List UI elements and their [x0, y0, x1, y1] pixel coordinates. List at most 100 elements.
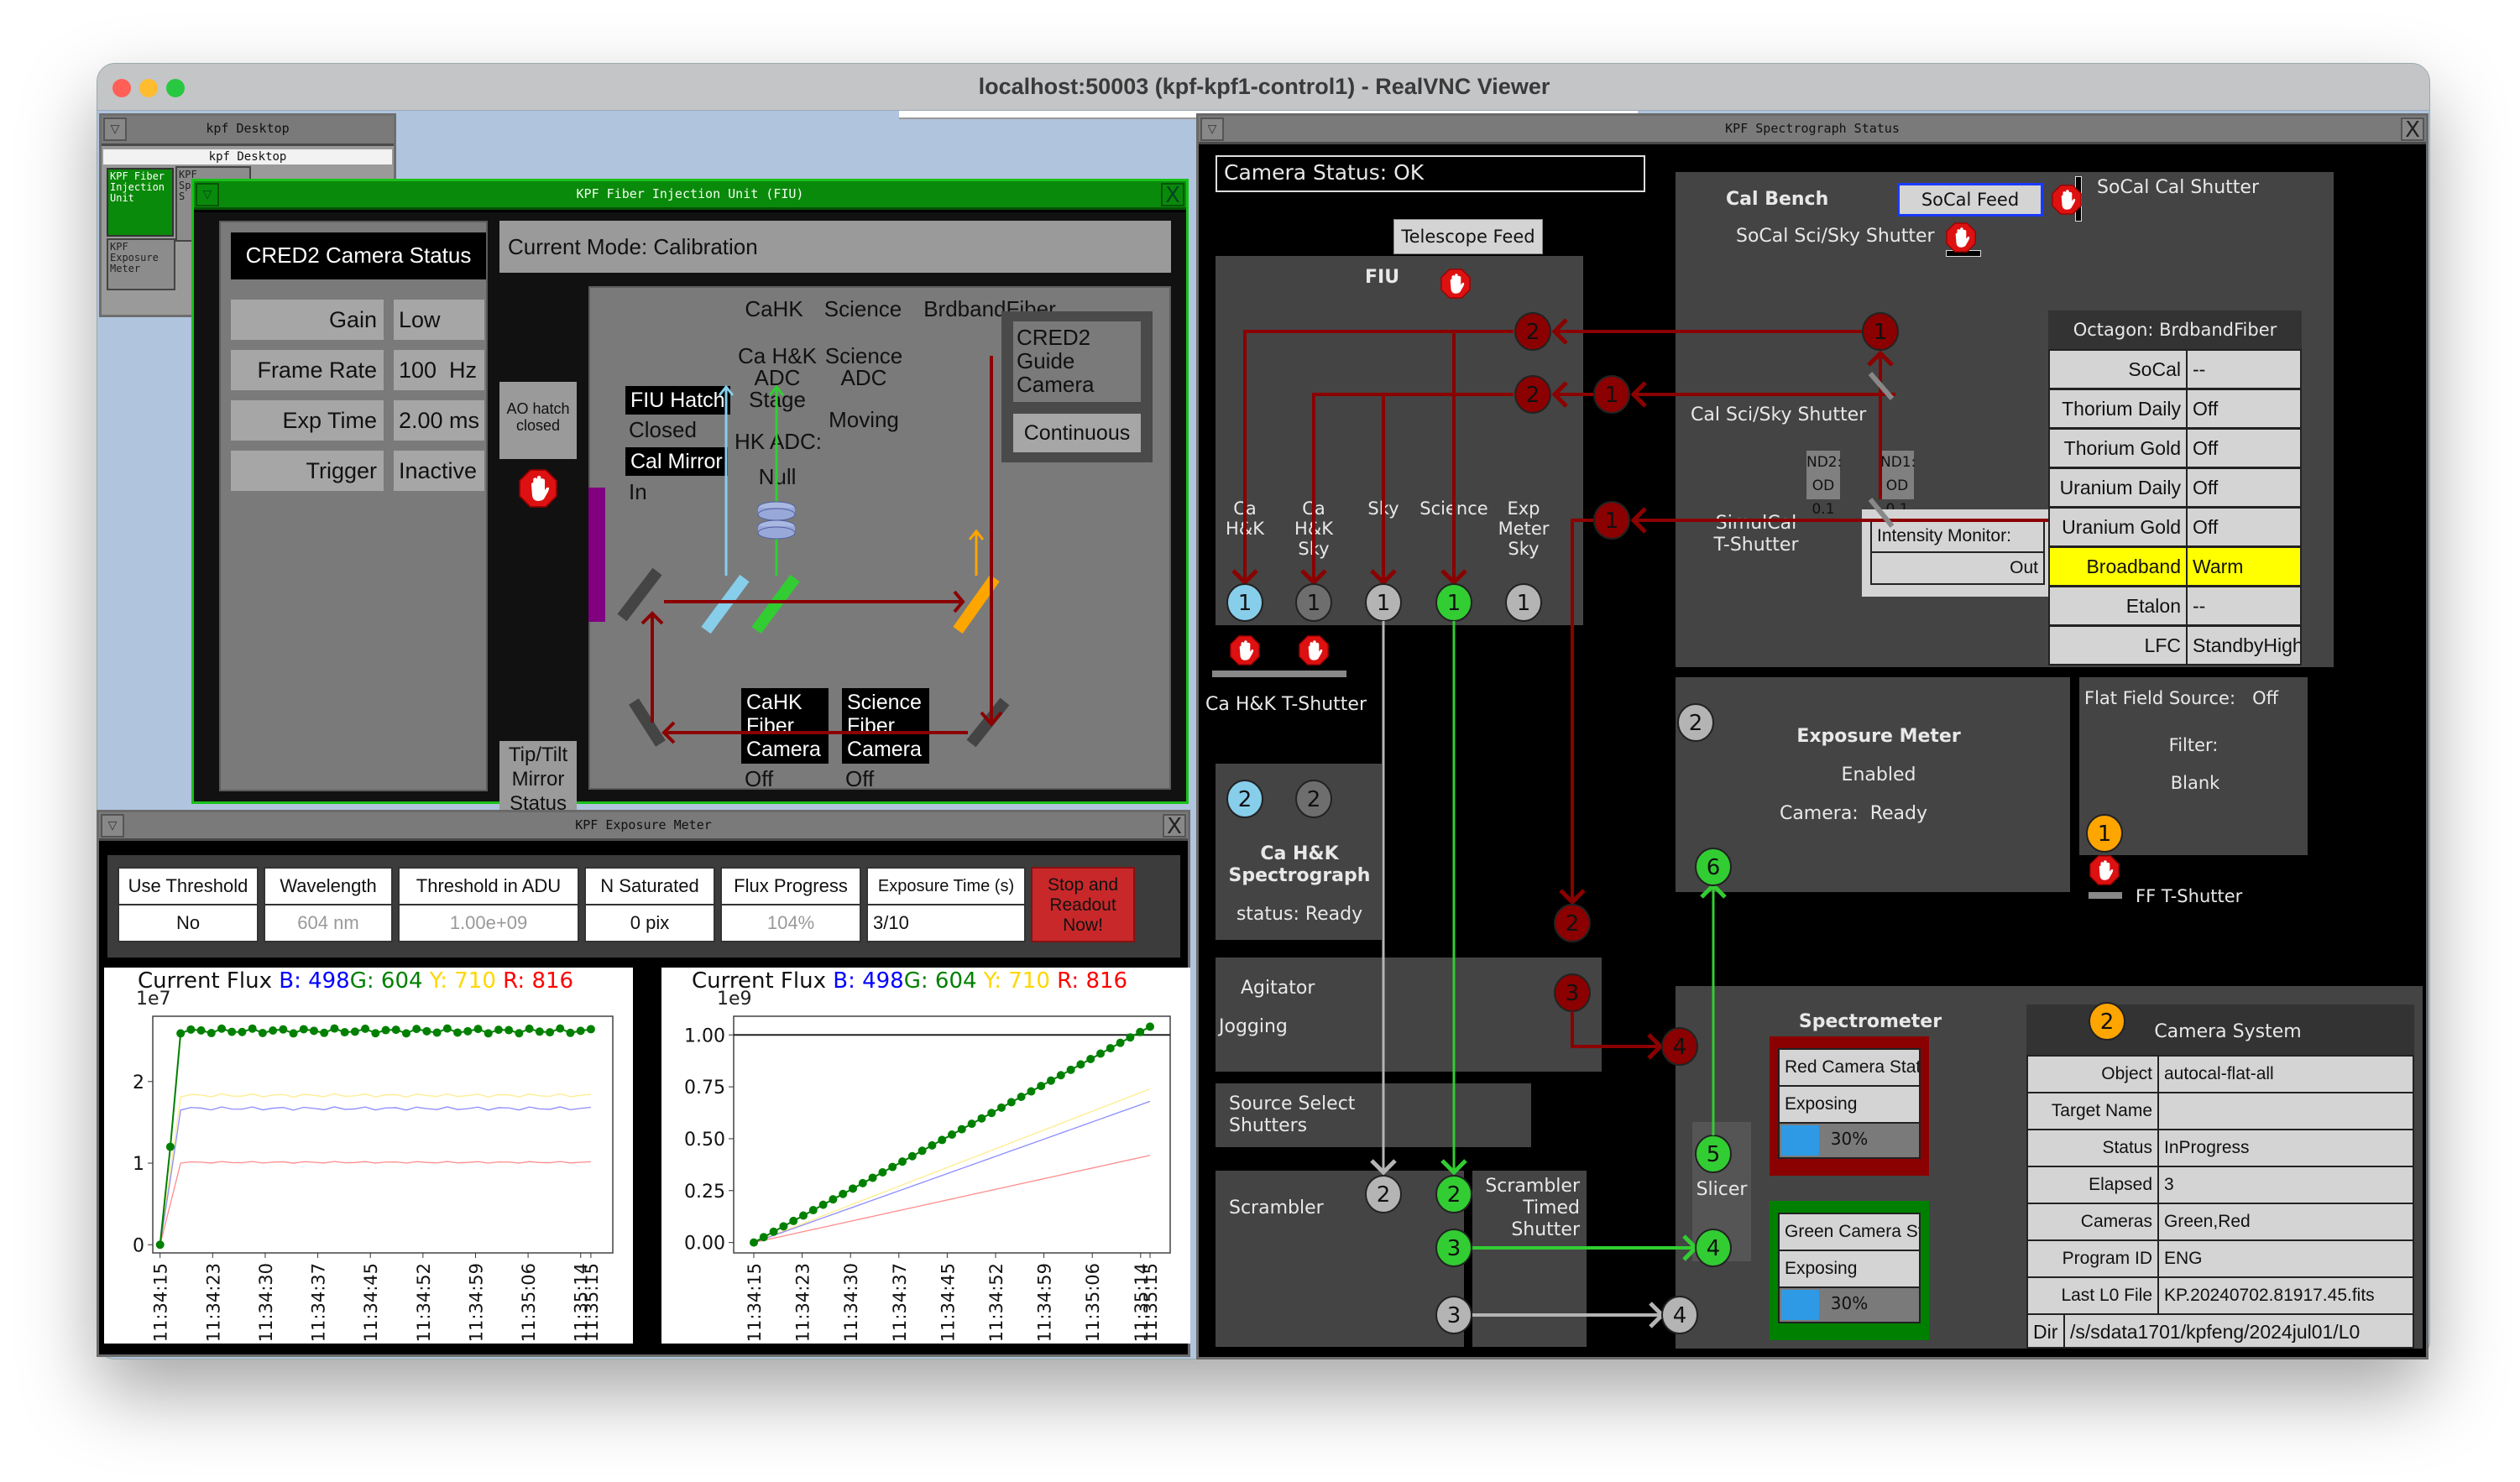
stop-hand-icon[interactable] [2052, 185, 2082, 215]
data-point [967, 1119, 976, 1129]
x-tick-label: 11:35:06 [1083, 1263, 1103, 1342]
fiu-window: ▽ KPF Fiber Injection Unit (FIU) X CRED2… [191, 179, 1189, 860]
stop-hand-icon[interactable] [2089, 855, 2120, 885]
path-node: 5 [1695, 1135, 1732, 1173]
path-node: 1 [1505, 583, 1542, 622]
pager-item-exposure-meter[interactable]: KPF Exposure Meter [107, 238, 175, 290]
series-line [159, 1106, 591, 1245]
n-saturated-header: N Saturated [584, 867, 715, 905]
fiber-label: Meter [1498, 519, 1550, 539]
node-label: 3 [1566, 981, 1580, 1006]
y-tick-label: 0 [133, 1235, 144, 1256]
trigger-value: Inactive [394, 451, 484, 491]
data-point [1076, 1060, 1085, 1069]
flux-cumulative-plot: Current Flux B: 498G: 604 Y: 710 R: 8161… [684, 968, 1171, 1342]
science-dichroic [751, 574, 800, 634]
stop-hand-icon[interactable] [1299, 635, 1329, 665]
node-label: 2 [1307, 787, 1321, 812]
data-point [299, 1025, 308, 1034]
data-point [309, 1026, 318, 1036]
data-point [186, 1025, 196, 1034]
path-node: 4 [1661, 1027, 1698, 1066]
window-menu-icon[interactable]: ▽ [101, 814, 124, 838]
x-tick-label: 11:35:15 [582, 1263, 602, 1342]
plot-frame [152, 1015, 614, 1254]
node-label: 1 [2098, 822, 2112, 847]
x-tick-label: 11:34:23 [203, 1263, 223, 1342]
close-icon[interactable]: X [2401, 117, 2424, 141]
node-label: 1 [1377, 591, 1391, 616]
frame-rate-label: Frame Rate [231, 350, 384, 390]
stop-and-readout-button[interactable]: Stop and Readout Now! [1031, 867, 1135, 942]
x-tick-label: 11:34:52 [986, 1263, 1006, 1342]
stop-hand-icon[interactable] [519, 469, 557, 508]
data-point [165, 1142, 175, 1151]
flux-rate-plot: Current Flux B: 498G: 604 Y: 710 R: 8161… [133, 968, 614, 1342]
x-tick-label: 11:34:59 [466, 1263, 486, 1342]
data-point [546, 1028, 555, 1037]
node-label: 2 [1689, 711, 1703, 736]
pager-item-fiu[interactable]: KPF Fiber Injection Unit [107, 168, 174, 237]
window-menu-icon[interactable]: ▽ [103, 117, 127, 141]
data-point [918, 1146, 927, 1156]
close-icon[interactable]: X [1161, 183, 1184, 206]
data-point [463, 1026, 473, 1036]
data-point [1027, 1087, 1036, 1096]
stop-hand-icon[interactable] [1230, 635, 1260, 665]
pager-subtitle: kpf Desktop [103, 149, 392, 164]
data-point [878, 1168, 887, 1177]
data-point [818, 1200, 828, 1209]
data-point [849, 1184, 857, 1193]
data-point [371, 1029, 380, 1038]
window-menu-icon[interactable]: ▽ [1200, 117, 1224, 141]
node-label: 2 [1566, 911, 1580, 937]
wavelength-value[interactable]: 604 nm [264, 904, 393, 942]
path-node: 1 [1365, 583, 1402, 622]
node-label: 4 [1673, 1303, 1687, 1328]
data-point [829, 1195, 838, 1204]
node-label: 2 [1377, 1182, 1391, 1208]
y-tick-label: 0.50 [684, 1130, 725, 1151]
spectrograph-body: Camera Status: OK Telescope Feed FIU Ca … [1199, 147, 2426, 1357]
data-point [269, 1026, 278, 1036]
exposure-time-value[interactable]: 3/10 [866, 904, 1026, 942]
cahk-dichroic [701, 574, 750, 634]
data-point [442, 1024, 452, 1033]
beam-line [1243, 330, 1514, 584]
exposure-meter-titlebar[interactable]: ▽ KPF Exposure Meter X [99, 812, 1188, 841]
exposure-time-header: Exposure Time (s) [866, 867, 1026, 905]
path-node: 1 [1593, 375, 1630, 414]
node-label: 2 [1447, 1182, 1461, 1208]
x-tick-label: 11:34:45 [938, 1263, 958, 1342]
stop-hand-icon[interactable] [1440, 269, 1471, 299]
window-menu-icon[interactable]: ▽ [196, 183, 219, 206]
chart-title-part: G: 604 [350, 968, 423, 994]
fiber-label: Exp [1507, 498, 1540, 519]
pager-title: kpf Desktop [206, 121, 290, 136]
data-point [422, 1026, 431, 1036]
spectrograph-titlebar[interactable]: ▽ KPF Spectrograph Status X [1199, 116, 2426, 144]
path-node: 4 [1661, 1296, 1698, 1334]
stop-hand-icon[interactable] [1946, 222, 1976, 253]
data-point [1096, 1049, 1105, 1058]
data-point [484, 1029, 493, 1038]
pager-titlebar[interactable]: ▽ kpf Desktop [102, 116, 394, 146]
tip-tilt-label: Tip/Tilt Mirror Status [499, 741, 577, 817]
y-tick-label: 2 [133, 1072, 144, 1093]
threshold-adu-value[interactable]: 1.00e+09 [398, 904, 579, 942]
use-threshold-value[interactable]: No [118, 904, 259, 942]
x-tick-label: 11:34:23 [793, 1263, 813, 1342]
data-point [977, 1114, 986, 1123]
path-node: 3 [1554, 973, 1591, 1012]
y-tick-label: 0.00 [684, 1234, 725, 1255]
node-label: 1 [1874, 320, 1888, 345]
node-label: 4 [1673, 1035, 1687, 1060]
x-tick-label: 11:35:15 [1141, 1263, 1161, 1342]
data-point [779, 1222, 788, 1231]
fiu-titlebar[interactable]: ▽ KPF Fiber Injection Unit (FIU) X [194, 181, 1186, 210]
data-point [1116, 1038, 1125, 1047]
cred2-status-header: CRED2 Camera Status [231, 232, 486, 279]
close-icon[interactable]: X [1163, 814, 1186, 838]
data-point [888, 1162, 897, 1172]
data-point [1056, 1071, 1065, 1080]
